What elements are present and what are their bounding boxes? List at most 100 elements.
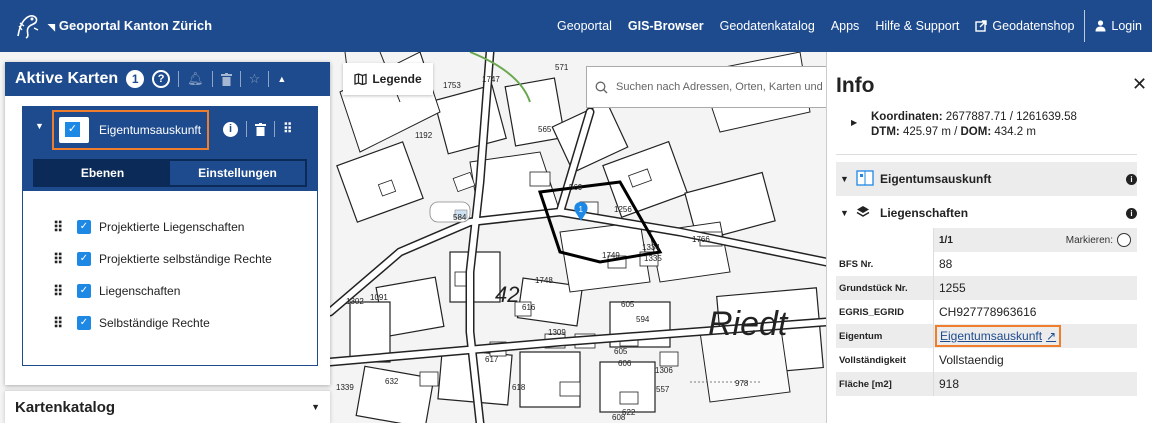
svg-text:606: 606 — [618, 359, 632, 368]
external-link-icon — [975, 20, 988, 32]
svg-text:1747: 1747 — [482, 75, 500, 84]
info-section-map-label: Eigentumsauskunft — [880, 172, 992, 186]
mark-toggle[interactable]: Markieren: — [1066, 233, 1131, 247]
nav-hilfe-support[interactable]: Hilfe & Support — [875, 19, 959, 33]
legend-button[interactable]: Legende — [343, 63, 433, 95]
svg-text:616: 616 — [522, 303, 536, 312]
svg-text:1256: 1256 — [614, 205, 632, 214]
drag-handle-icon[interactable]: ⠿ — [283, 121, 293, 137]
mark-label: Markieren: — [1065, 234, 1113, 246]
svg-text:608: 608 — [612, 413, 626, 422]
map-catalog-bar[interactable]: Kartenkatalog ▼ — [5, 390, 330, 423]
brand-title[interactable]: ◥ Geoportal Kanton Zürich — [48, 18, 212, 33]
bell-icon[interactable]: 🔔︎ — [187, 71, 204, 87]
search-box[interactable] — [586, 66, 826, 108]
expand-caret-icon[interactable]: ▼ — [311, 402, 320, 412]
location-marker-number: 1 — [579, 205, 584, 214]
pager-label: 1/1 — [939, 234, 953, 246]
drag-handle-icon[interactable]: ⠿ — [53, 251, 63, 268]
layer-checkbox[interactable]: ✓ — [77, 316, 91, 330]
svg-text:1306: 1306 — [655, 366, 673, 375]
info-icon[interactable]: i — [223, 121, 238, 137]
dtm-value: 425.97 m — [902, 126, 951, 138]
expand-caret-icon[interactable]: ▶ — [851, 118, 857, 127]
collapse-caret-icon[interactable]: ▼ — [836, 174, 856, 184]
attribute-value: 1255 — [933, 276, 1137, 300]
mark-radio[interactable] — [1117, 233, 1131, 247]
login-button[interactable]: Login — [1095, 19, 1142, 33]
drag-handle-icon[interactable]: ⠿ — [53, 283, 63, 300]
svg-text:605: 605 — [614, 347, 628, 356]
svg-text:584: 584 — [453, 213, 467, 222]
nav-gis-browser[interactable]: GIS-Browser — [628, 19, 704, 33]
collapse-caret-icon[interactable]: ▼ — [836, 208, 856, 218]
layer-item[interactable]: ⠿ ✓ Projektierte Liegenschaften — [23, 211, 317, 243]
map-layer-actions: i ⠿ — [223, 121, 293, 137]
tab-ebenen[interactable]: Ebenen — [35, 161, 170, 185]
svg-text:1309: 1309 — [548, 328, 566, 337]
legend-label: Legende — [372, 72, 422, 86]
close-icon[interactable]: ✕ — [1132, 74, 1147, 95]
login-label: Login — [1111, 19, 1142, 33]
active-maps-header: Aktive Karten 1 ? 🔔︎ ☆ ▲ — [5, 62, 330, 96]
svg-text:594: 594 — [636, 315, 650, 324]
map-layer-card-header: ▼ ✓ Eigentumsauskunft i ⠿ Ebenen Einstel… — [23, 107, 317, 191]
toolbar-separator — [268, 71, 270, 87]
svg-text:1091: 1091 — [370, 293, 388, 302]
trash-icon[interactable] — [220, 72, 232, 86]
layer-label: Projektierte Liegenschaften — [99, 220, 245, 234]
layer-item[interactable]: ⠿ ✓ Selbständige Rechte — [23, 307, 317, 339]
toolbar-separator — [178, 71, 180, 87]
ownership-link[interactable]: Eigentumsauskunft ↗ — [935, 325, 1062, 347]
info-title: Info — [836, 74, 875, 97]
info-panel: Info ✕ ▶ Koordinaten: 2677887.71 / 12616… — [826, 52, 1152, 423]
attribute-table-header: 1/1 Markieren: — [836, 228, 1137, 252]
svg-text:632: 632 — [385, 377, 399, 386]
layer-checkbox[interactable]: ✓ — [77, 284, 91, 298]
expand-caret-icon[interactable]: ▼ — [35, 121, 44, 131]
dom-value: 434.2 m — [994, 126, 1036, 138]
layer-checkbox[interactable]: ✓ — [77, 252, 91, 266]
layer-checkbox[interactable]: ✓ — [77, 220, 91, 234]
drag-handle-icon[interactable]: ⠿ — [53, 219, 63, 236]
canton-logo-icon[interactable] — [12, 10, 44, 42]
info-section-map[interactable]: ▼ Eigentumsauskunft i — [836, 162, 1137, 196]
map-catalog-title: Kartenkatalog — [15, 398, 116, 416]
trash-icon[interactable] — [255, 122, 266, 136]
nav-separator — [1084, 10, 1086, 42]
layer-list: ⠿ ✓ Projektierte Liegenschaften ⠿ ✓ Proj… — [23, 191, 317, 339]
tab-einstellungen[interactable]: Einstellungen — [170, 161, 305, 185]
attribute-table: 1/1 Markieren: BFS Nr. 88 Grundstück Nr.… — [836, 228, 1137, 396]
drag-handle-icon[interactable]: ⠿ — [53, 315, 63, 332]
svg-text:1302: 1302 — [346, 297, 364, 306]
star-icon[interactable]: ☆ — [249, 71, 261, 87]
layer-item[interactable]: ⠿ ✓ Projektierte selbständige Rechte — [23, 243, 317, 275]
dtm-label: DTM: — [871, 126, 900, 138]
toolbar-separator — [211, 71, 213, 87]
place-label: Riedt — [708, 305, 789, 343]
nav-apps[interactable]: Apps — [831, 19, 860, 33]
active-maps-panel: Aktive Karten 1 ? 🔔︎ ☆ ▲ ▼ ✓ Eigentumsau… — [5, 62, 330, 385]
layer-item[interactable]: ⠿ ✓ Liegenschaften — [23, 275, 317, 307]
nav-geodatenshop[interactable]: Geodatenshop — [975, 19, 1074, 33]
map-layer-toggle[interactable]: ✓ Eigentumsauskunft — [52, 110, 209, 150]
search-input[interactable] — [616, 81, 826, 93]
flag-icon: ◥ — [48, 22, 55, 32]
user-icon — [1095, 20, 1106, 32]
nav-geoportal[interactable]: Geoportal — [557, 19, 612, 33]
nav-geodatenshop-label: Geodatenshop — [992, 19, 1075, 33]
svg-text:1339: 1339 — [336, 383, 354, 392]
coordinates-value: 2677887.71 / 1261639.58 — [945, 111, 1077, 123]
info-section-layer[interactable]: ▼ Liegenschaften i — [836, 196, 1137, 230]
info-icon[interactable]: i — [1126, 173, 1137, 185]
svg-text:1192: 1192 — [415, 131, 433, 140]
nav-geodatenkatalog[interactable]: Geodatenkatalog — [720, 19, 815, 33]
help-icon[interactable]: ? — [152, 70, 171, 88]
map-layer-checkbox[interactable]: ✓ — [65, 122, 80, 137]
svg-text:557: 557 — [656, 385, 670, 394]
active-maps-count-badge: 1 — [126, 70, 145, 88]
map-icon — [354, 73, 367, 85]
collapse-caret-icon[interactable]: ▲ — [277, 74, 286, 84]
info-icon[interactable]: i — [1126, 207, 1137, 219]
ownership-link-label: Eigentumsauskunft — [940, 329, 1043, 343]
